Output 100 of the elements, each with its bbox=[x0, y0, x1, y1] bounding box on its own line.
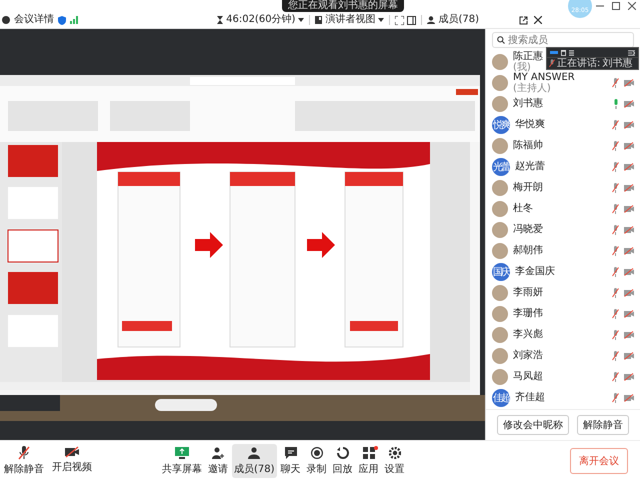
settings-icon bbox=[388, 447, 401, 459]
view-mode-button[interactable]: 演讲者视图 bbox=[325, 13, 376, 27]
toolbar-button[interactable]: 设置 bbox=[382, 444, 407, 478]
hourglass-icon bbox=[217, 16, 224, 24]
member-name: 赵光蕾 bbox=[515, 161, 545, 172]
toolbar-button[interactable]: 应用 bbox=[356, 444, 381, 478]
member-name: 陈福帅 bbox=[513, 140, 543, 151]
close-icon[interactable] bbox=[534, 16, 542, 24]
camera-off-icon[interactable] bbox=[624, 352, 634, 360]
camera-off-icon[interactable] bbox=[624, 330, 634, 338]
member-name: MY ANSWER bbox=[513, 72, 575, 82]
camera-off-icon[interactable] bbox=[624, 310, 634, 318]
toolbar-button[interactable]: 录制 bbox=[304, 444, 329, 478]
mic-muted-icon[interactable] bbox=[612, 120, 619, 130]
caret-icon bbox=[298, 18, 304, 22]
mic-muted-icon[interactable] bbox=[612, 162, 619, 172]
camera-off-icon[interactable] bbox=[624, 288, 634, 296]
member-search-field[interactable]: 搜索成员 bbox=[492, 32, 634, 48]
mic-muted-icon[interactable] bbox=[612, 288, 619, 298]
avatar bbox=[492, 348, 508, 364]
mic-muted-icon[interactable] bbox=[612, 246, 619, 256]
window-icon[interactable] bbox=[561, 50, 566, 56]
mic-muted-icon bbox=[549, 59, 555, 68]
camera-off-icon[interactable] bbox=[624, 100, 634, 108]
mic-muted-icon bbox=[18, 446, 30, 460]
popout-icon[interactable] bbox=[519, 16, 528, 24]
toolbar-button[interactable]: 聊天 bbox=[278, 444, 303, 478]
mic-muted-icon[interactable] bbox=[612, 182, 619, 192]
camera-off-icon[interactable] bbox=[624, 394, 634, 402]
member-role: (主持人) bbox=[513, 82, 551, 94]
camera-off-icon[interactable] bbox=[624, 268, 634, 276]
camera-off-icon[interactable] bbox=[624, 246, 634, 254]
toolbar-button[interactable]: 解除静音 bbox=[2, 444, 46, 478]
meeting-info-link[interactable]: 会议详情 bbox=[14, 13, 54, 27]
member-name: 陈正惠 bbox=[513, 50, 543, 62]
fullscreen-icon[interactable] bbox=[395, 16, 404, 24]
mic-icon[interactable] bbox=[613, 98, 619, 108]
avatar bbox=[492, 54, 508, 70]
list-icon[interactable] bbox=[569, 50, 574, 56]
person-icon bbox=[248, 447, 260, 459]
avatar: 悦爽 bbox=[492, 116, 510, 134]
camera-off-icon[interactable] bbox=[624, 142, 634, 150]
camera-off-icon[interactable] bbox=[624, 162, 634, 170]
member-name: 刘书惠 bbox=[513, 98, 543, 109]
camera-off-icon[interactable] bbox=[624, 204, 634, 212]
maximize-icon[interactable] bbox=[612, 2, 620, 10]
member-name: 李珊伟 bbox=[513, 308, 543, 319]
person-icon bbox=[427, 16, 436, 24]
toolbar-button[interactable]: 开启视频 bbox=[50, 444, 94, 478]
member-name: 华悦爽 bbox=[515, 119, 545, 130]
leave-meeting-button[interactable]: 离开会议 bbox=[570, 448, 628, 474]
avatar bbox=[492, 242, 508, 258]
camera-off-icon[interactable] bbox=[624, 226, 634, 234]
avatar: 光蕾 bbox=[492, 158, 510, 176]
search-icon bbox=[497, 36, 505, 44]
mic-muted-icon[interactable] bbox=[612, 204, 619, 214]
toolbar-button[interactable]: 成员(78) bbox=[232, 444, 277, 478]
speaker-label: 正在讲话: bbox=[557, 58, 600, 69]
shield-icon bbox=[58, 16, 66, 24]
chat-icon bbox=[284, 447, 297, 459]
toolbar-button[interactable]: 回放 bbox=[330, 444, 355, 478]
replay-icon bbox=[336, 447, 349, 459]
camera-off-icon[interactable] bbox=[624, 120, 634, 128]
panel-button[interactable]: 解除静音 bbox=[577, 415, 629, 435]
mic-muted-icon[interactable] bbox=[612, 140, 619, 150]
camera-off-icon[interactable] bbox=[624, 372, 634, 380]
avatar bbox=[492, 138, 508, 154]
signal-icon bbox=[70, 16, 78, 24]
avatar bbox=[492, 180, 508, 196]
panel-button[interactable]: 修改会中昵称 bbox=[497, 415, 569, 435]
camera-off-icon bbox=[65, 446, 79, 458]
member-name: 刘家浩 bbox=[513, 350, 543, 361]
collapse-icon[interactable] bbox=[628, 50, 635, 56]
mic-muted-icon[interactable] bbox=[612, 308, 619, 318]
toolbar-button[interactable]: 邀请 bbox=[206, 444, 230, 478]
mic-muted-icon[interactable] bbox=[612, 78, 619, 88]
record-icon bbox=[310, 447, 323, 459]
caret-icon bbox=[378, 18, 384, 22]
avatar bbox=[492, 74, 508, 90]
meeting-duration[interactable]: 46:02(60分钟) bbox=[226, 13, 296, 27]
mic-muted-icon[interactable] bbox=[612, 372, 619, 382]
camera-off-icon[interactable] bbox=[624, 78, 634, 86]
member-name: 马凤超 bbox=[513, 371, 543, 382]
toolbar-button[interactable]: 共享屏幕 bbox=[160, 444, 204, 478]
mic-muted-icon[interactable] bbox=[612, 266, 619, 276]
member-name: 李兴彪 bbox=[513, 329, 543, 340]
members-title: 成员(78) bbox=[438, 13, 479, 27]
mic-muted-icon[interactable] bbox=[612, 392, 619, 402]
mic-muted-icon[interactable] bbox=[612, 350, 619, 360]
avatar bbox=[492, 222, 508, 238]
mic-muted-icon[interactable] bbox=[612, 330, 619, 340]
panel-icon[interactable] bbox=[407, 16, 416, 24]
camera-off-icon[interactable] bbox=[624, 184, 634, 192]
close-icon[interactable] bbox=[628, 2, 636, 10]
avatar: 佳超 bbox=[492, 388, 510, 406]
grid-icon bbox=[362, 447, 375, 459]
member-name: 杜冬 bbox=[513, 203, 533, 214]
avatar: 国庆 bbox=[492, 262, 510, 280]
mic-muted-icon[interactable] bbox=[612, 224, 619, 234]
member-name: 梅开朗 bbox=[513, 182, 543, 193]
